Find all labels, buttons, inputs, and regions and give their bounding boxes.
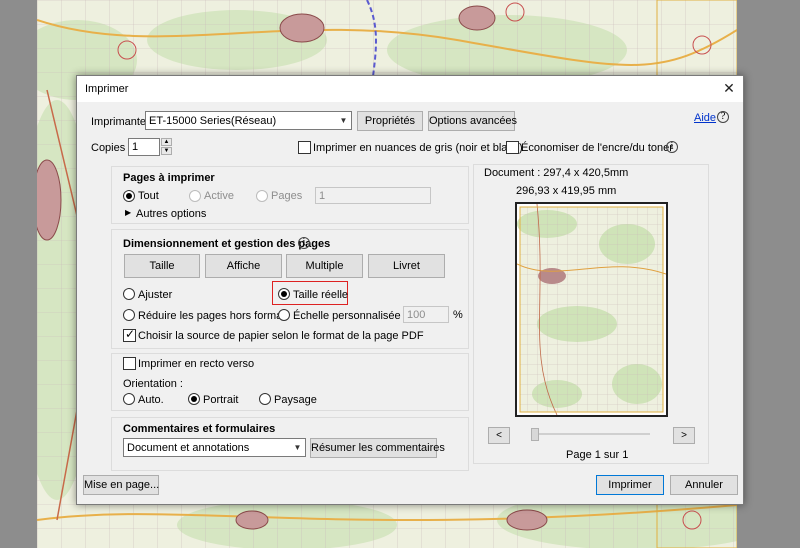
close-icon[interactable]: ✕	[721, 80, 737, 96]
percent-label: %	[453, 309, 463, 321]
page-range-value: 1	[319, 190, 326, 202]
orientation-auto-label: Auto.	[138, 394, 164, 406]
duplex-label: Imprimer en recto verso	[138, 358, 255, 370]
tab-poster[interactable]: Affiche	[205, 254, 282, 278]
radio-custom-scale[interactable]	[278, 309, 290, 321]
paper-source-checkbox[interactable]	[123, 327, 136, 342]
grayscale-label: Imprimer en nuances de gris (noir et bla…	[313, 142, 523, 154]
radio-actual-size[interactable]	[278, 288, 290, 300]
cancel-button[interactable]: Annuler	[670, 475, 738, 495]
grayscale-checkbox[interactable]	[298, 141, 311, 154]
preview-map-thumbnail	[516, 203, 667, 416]
all-pages-label: Tout	[138, 190, 159, 202]
save-ink-checkbox[interactable]	[506, 141, 519, 154]
copies-value: 1	[132, 141, 139, 153]
comments-select[interactable]: Document et annotations ▼	[123, 438, 306, 457]
radio-orientation-auto[interactable]	[123, 393, 135, 405]
tab-size[interactable]: Taille	[124, 254, 200, 278]
help-icon[interactable]: ?	[717, 111, 729, 123]
previous-page-button[interactable]: <	[488, 427, 510, 444]
sizing-info-icon[interactable]: i	[298, 237, 310, 249]
print-dialog: Imprimer ✕ Aide ? Imprimante : ET-15000 …	[76, 75, 744, 505]
actual-size-label: Taille réelle	[293, 289, 349, 301]
document-size-label: Document : 297,4 x 420,5mm	[484, 167, 629, 179]
comments-panel: Commentaires et formulaires Document et …	[111, 417, 469, 471]
printer-select[interactable]: ET-15000 Series(Réseau) ▼	[145, 111, 352, 130]
save-ink-label: Économiser de l'encre/du toner	[521, 142, 673, 154]
copies-label: Copies :	[91, 142, 132, 154]
summarize-comments-button[interactable]: Résumer les commentaires	[310, 438, 445, 458]
next-page-button[interactable]: >	[673, 427, 695, 444]
pages-panel: Pages à imprimer Tout Active Pages 1 ▶ A…	[111, 166, 469, 224]
printer-label: Imprimante :	[91, 116, 153, 128]
radio-page-range[interactable]	[256, 190, 268, 202]
radio-current-page[interactable]	[189, 190, 201, 202]
tab-booklet[interactable]: Livret	[368, 254, 445, 278]
page-slider-thumb[interactable]	[531, 428, 539, 441]
page-setup-button[interactable]: Mise en page...	[83, 475, 159, 495]
more-options-label[interactable]: Autres options	[136, 208, 206, 220]
copies-down-button[interactable]: ▼	[161, 147, 172, 155]
page-range-input[interactable]: 1	[315, 187, 431, 204]
comments-value: Document et annotations	[127, 442, 250, 454]
pages-heading: Pages à imprimer	[123, 172, 215, 184]
info-icon[interactable]: i	[666, 141, 678, 153]
help-link[interactable]: Aide	[694, 112, 716, 124]
page-slider-track[interactable]	[532, 433, 650, 435]
fit-label: Ajuster	[138, 289, 173, 301]
sizing-panel: Dimensionnement et gestion des pages i T…	[111, 229, 469, 349]
chevron-down-icon: ▼	[289, 439, 305, 456]
tab-multiple[interactable]: Multiple	[286, 254, 363, 278]
viewer-gutter-left	[0, 0, 37, 548]
orientation-panel: Imprimer en recto verso Orientation : Au…	[111, 353, 469, 411]
scale-value: 100	[407, 309, 426, 321]
advanced-options-button[interactable]: Options avancées	[428, 111, 517, 131]
duplex-checkbox[interactable]	[123, 357, 136, 370]
radio-orientation-portrait[interactable]	[188, 393, 200, 405]
shrink-label: Réduire les pages hors format	[138, 310, 286, 322]
radio-fit[interactable]	[123, 288, 135, 300]
print-button[interactable]: Imprimer	[596, 475, 664, 495]
viewer-gutter-right	[737, 0, 800, 548]
title-bar: Imprimer ✕	[77, 76, 743, 102]
preview-panel: Document : 297,4 x 420,5mm 296,93 x 419,…	[473, 164, 709, 464]
current-page-label: Active	[204, 190, 234, 202]
printer-value: ET-15000 Series(Réseau)	[149, 115, 277, 127]
radio-shrink[interactable]	[123, 309, 135, 321]
paper-size-label: 296,93 x 419,95 mm	[516, 185, 617, 197]
page-indicator: Page 1 sur 1	[566, 449, 629, 461]
scale-input[interactable]: 100	[403, 306, 449, 323]
dialog-title: Imprimer	[85, 83, 129, 95]
comments-heading: Commentaires et formulaires	[123, 423, 276, 435]
paper-source-label: Choisir la source de papier selon le for…	[138, 330, 424, 342]
copies-up-button[interactable]: ▲	[161, 138, 172, 146]
page-range-label: Pages	[271, 190, 303, 202]
radio-orientation-landscape[interactable]	[259, 393, 271, 405]
orientation-label: Orientation :	[123, 378, 183, 390]
page-preview	[515, 202, 668, 417]
properties-button[interactable]: Propriétés	[357, 111, 423, 131]
chevron-down-icon: ▼	[335, 112, 351, 129]
custom-scale-label: Échelle personnalisée :	[293, 310, 407, 322]
copies-field[interactable]: 1	[128, 138, 160, 156]
orientation-landscape-label: Paysage	[274, 394, 317, 406]
orientation-portrait-label: Portrait	[203, 394, 239, 406]
expand-triangle-icon[interactable]: ▶	[125, 208, 131, 217]
radio-all-pages[interactable]	[123, 190, 135, 202]
